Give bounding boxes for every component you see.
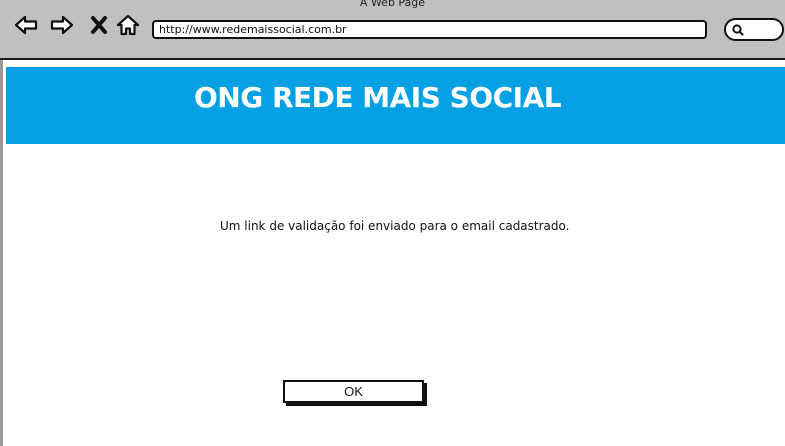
browser-toolbar: A Web Page http://www.redemaissocial.com… [0,0,785,60]
search-field[interactable] [724,18,784,41]
window-left-border [0,60,3,446]
validation-message: Um link de validação foi enviado para o … [220,219,570,233]
search-icon [732,24,744,36]
window-title: A Web Page [359,0,426,9]
ok-button[interactable]: OK [283,380,424,403]
back-arrow-icon[interactable] [14,13,38,37]
address-bar[interactable]: http://www.redemaissocial.com.br [152,20,707,39]
page-title: ONG REDE MAIS SOCIAL [194,81,562,114]
forward-arrow-icon[interactable] [50,13,74,37]
close-x-icon[interactable] [88,13,112,37]
home-icon[interactable] [116,13,140,37]
header-banner: ONG REDE MAIS SOCIAL [6,67,785,144]
browser-window: A Web Page http://www.redemaissocial.com… [0,0,785,446]
